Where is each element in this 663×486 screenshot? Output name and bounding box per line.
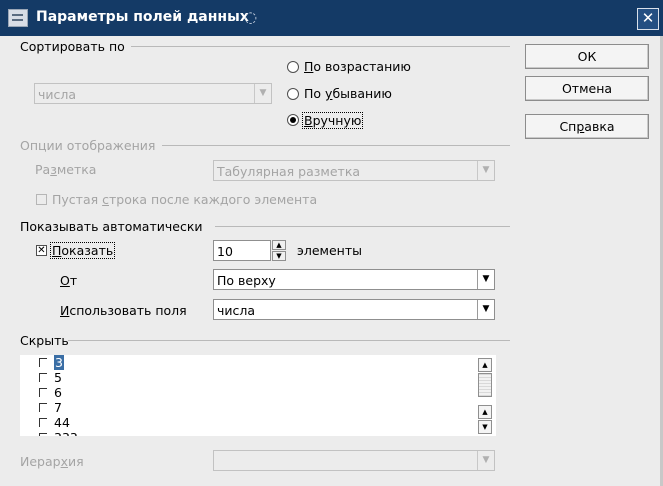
list-item-checkbox[interactable] [39,433,47,436]
descending-post: быванию [332,86,392,101]
from-post: т [69,273,78,288]
hierarchy-label: Иерархия [20,454,84,469]
from-label: От [60,273,77,288]
list-item[interactable]: 3 [54,355,64,370]
chevron-down-icon: ▼ [477,270,494,289]
count-value: 10 [217,244,233,259]
list-item[interactable]: 6 [54,385,62,400]
radio-ascending[interactable] [287,61,299,73]
help-label-pre: Сп [559,119,577,134]
help-button[interactable]: Справка [525,114,649,139]
use-field-value: числа [217,303,256,318]
radio-manual[interactable] [287,114,299,126]
list-item-checkbox[interactable] [39,373,47,382]
chevron-down-icon: ▼ [477,161,494,180]
list-item[interactable]: 7 [54,400,62,415]
use-field-key: И [60,303,70,318]
descending-pre: По [304,86,326,101]
empty-line-pre: Пустая [52,192,103,207]
list-item-checkbox[interactable] [39,388,47,397]
radio-manual-label[interactable]: Вручную [302,112,364,129]
busy-spinner-icon: ◌ [244,8,258,26]
scrollbar-thumb[interactable] [478,373,492,397]
hierarchy-select[interactable]: ▼ [213,450,495,471]
list-item-checkbox[interactable] [39,418,47,427]
sort-field-select[interactable]: числа ▼ [34,83,272,104]
manual-post: ручную [312,113,362,128]
scroll-up-icon[interactable]: ▲ [478,358,492,372]
from-value: По верху [217,273,276,288]
sort-separator [131,46,510,47]
show-checkbox[interactable]: ✕ [36,245,47,256]
hierarchy-key: х [60,454,68,469]
spin-up-icon[interactable]: ▲ [272,240,286,250]
empty-line-post: трока после каждого элемента [108,192,318,207]
auto-separator [215,226,510,227]
app-icon [8,9,28,27]
hide-list[interactable]: 3 5 6 7 44 333 ▲ ▲ ▼ [20,355,496,436]
layout-value: Табулярная разметка [217,164,361,179]
from-select[interactable]: По верху ▼ [213,269,495,290]
manual-key: В [304,113,313,128]
close-button[interactable]: ✕ [637,8,659,30]
from-key: О [60,273,70,288]
cancel-button[interactable]: Отмена [525,76,649,101]
show-key: П [52,243,62,258]
list-item-checkbox[interactable] [39,403,47,412]
hide-separator [68,340,510,341]
layout-label: Разметка [35,162,96,177]
ascending-post: о возрастанию [313,59,411,74]
use-field-post: спользовать поля [69,303,187,318]
show-post: оказать [61,243,114,258]
layout-post: метка [56,162,97,177]
layout-select[interactable]: Табулярная разметка ▼ [213,160,495,181]
window-title: Параметры полей данных [36,9,249,25]
radio-descending-label[interactable]: По убыванию [304,86,392,101]
spin-down-icon[interactable]: ▼ [272,251,286,261]
auto-section-title: Показывать автоматически [20,219,203,234]
list-item[interactable]: 44 [54,415,70,430]
empty-line-label[interactable]: Пустая строка после каждого элемента [52,192,317,207]
layout-pre: Ра [35,162,51,177]
chevron-down-icon: ▼ [477,451,494,470]
use-field-label: Использовать поля [60,303,187,318]
empty-line-key: с [102,192,109,207]
hierarchy-pre: Иерар [20,454,61,469]
list-item[interactable]: 5 [54,370,62,385]
display-separator [162,145,510,146]
radio-ascending-label[interactable]: По возрастанию [304,59,411,74]
empty-line-checkbox[interactable] [36,194,47,205]
chevron-down-icon: ▼ [254,84,271,103]
hide-section-title: Скрыть [20,333,69,348]
sort-field-value: числа [38,87,77,102]
show-label[interactable]: Показать [50,242,116,259]
ok-button[interactable]: ОК [525,44,649,69]
radio-descending[interactable] [287,88,299,100]
scroll-down-icon[interactable]: ▼ [478,420,492,434]
layout-key: з [50,162,57,177]
use-field-select[interactable]: числа ▼ [213,299,495,320]
display-section-title: Опции отображения [20,138,156,153]
items-label: элементы [297,243,362,258]
hierarchy-post: ия [67,454,84,469]
scroll-up-icon[interactable]: ▲ [478,405,492,419]
chevron-down-icon: ▼ [477,300,494,319]
list-item[interactable]: 333 [54,430,78,436]
ascending-key: П [304,59,314,74]
count-input[interactable]: 10 [213,240,271,261]
sort-section-title: Сортировать по [20,39,125,54]
help-label-post: авка [584,119,615,134]
list-item-checkbox[interactable] [39,358,47,367]
